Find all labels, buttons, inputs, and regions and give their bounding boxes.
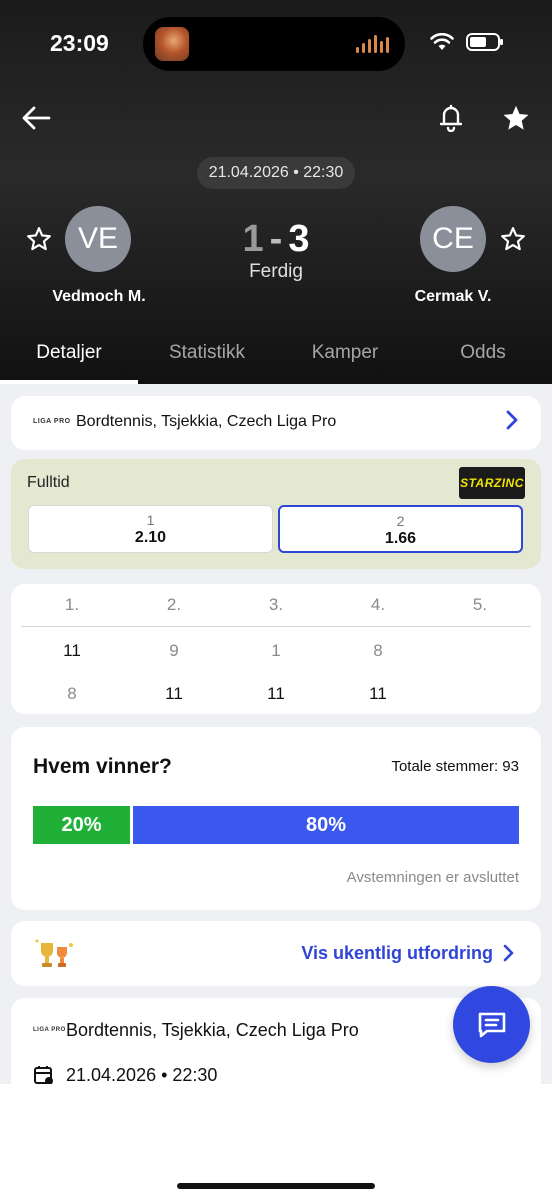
tab-odds[interactable]: Odds <box>414 330 552 384</box>
home-set-score: 8 <box>373 641 383 660</box>
home-set-score: 9 <box>169 641 179 660</box>
chat-icon <box>478 1012 505 1037</box>
bookmaker-logo[interactable]: STARZINC <box>459 467 525 499</box>
set-scores-card: 1. 2. 3. 4. 5. 11 9 1 8 8 11 11 11 <box>11 584 541 714</box>
chat-button[interactable] <box>453 986 530 1063</box>
tab-details[interactable]: Detaljer <box>0 330 138 384</box>
league-row[interactable]: LIGA PRO Bordtennis, Tsjekkia, Czech Lig… <box>11 396 541 450</box>
odds-option-home[interactable]: 1 2.10 <box>28 505 273 553</box>
battery-icon <box>466 33 503 51</box>
status-time: 23:09 <box>50 30 109 56</box>
weekly-challenge-link[interactable]: Vis ukentlig utfordring <box>301 943 493 964</box>
poll-total-votes: Totale stemmer: 93 <box>391 758 519 775</box>
poll-home-percent: 20% <box>61 813 102 836</box>
bell-icon[interactable] <box>434 100 468 136</box>
odds-card: Fulltid STARZINC 1 2.10 2 1.66 <box>11 459 541 569</box>
home-set-score: 11 <box>63 641 81 660</box>
info-date: 21.04.2026 • 22:30 <box>66 1065 218 1084</box>
odds-option-value: 2.10 <box>134 529 167 546</box>
divider <box>21 626 531 627</box>
set-header: 3. <box>268 595 284 614</box>
poll-status: Avstemningen er avsluttet <box>346 869 519 886</box>
wifi-icon <box>430 33 454 50</box>
set-header: 4. <box>370 595 386 614</box>
scoreline: 1-3 <box>200 218 352 261</box>
match-date: 21.04.2026 • 22:30 <box>197 157 355 189</box>
league-logo: LIGA PRO <box>33 1027 66 1033</box>
odds-option-label: 1 <box>146 512 155 528</box>
league-logo: LIGA PRO <box>33 418 71 425</box>
away-set-score: 8 <box>67 684 77 703</box>
weekly-challenge-row[interactable]: Vis ukentlig utfordring <box>11 921 541 986</box>
set-header: 1. <box>64 595 80 614</box>
odds-option-away[interactable]: 2 1.66 <box>278 505 523 553</box>
away-set-score: 11 <box>369 684 387 703</box>
home-score: 1 <box>242 218 264 260</box>
home-indicator[interactable] <box>177 1183 375 1189</box>
follow-away-star-icon[interactable] <box>496 222 530 256</box>
home-set-score: 1 <box>271 641 281 660</box>
info-league-name: Bordtennis, Tsjekkia, Czech Liga Pro <box>66 1020 359 1040</box>
odds-option-value: 1.66 <box>384 530 417 547</box>
chevron-right-icon <box>503 943 515 968</box>
calendar-icon <box>33 1064 55 1084</box>
poll-away-percent: 80% <box>305 813 347 836</box>
dynamic-island <box>143 17 405 71</box>
back-arrow-icon[interactable] <box>18 100 54 136</box>
status-bar: 23:09 <box>0 0 552 90</box>
tab-statistics[interactable]: Statistikk <box>138 330 276 384</box>
now-playing-app-icon <box>155 27 189 61</box>
away-set-score: 11 <box>165 684 183 703</box>
poll-title: Hvem vinner? <box>33 755 172 778</box>
away-player-name[interactable]: Cermak V. <box>378 288 528 306</box>
odds-option-label: 2 <box>396 513 405 529</box>
poll-card: Hvem vinner? Totale stemmer: 93 20% 80% … <box>11 727 541 910</box>
follow-home-star-icon[interactable] <box>22 222 56 256</box>
match-status: Ferdig <box>249 261 303 282</box>
away-set-score: 11 <box>267 684 285 703</box>
tab-matches[interactable]: Kamper <box>276 330 414 384</box>
set-header: 2. <box>166 595 182 614</box>
score-separator: - <box>269 218 283 260</box>
league-name: Bordtennis, Tsjekkia, Czech Liga Pro <box>76 413 337 430</box>
home-avatar[interactable]: VE <box>65 206 131 272</box>
home-player-name[interactable]: Vedmoch M. <box>24 288 174 306</box>
favorite-star-icon[interactable] <box>498 100 534 136</box>
poll-home-bar[interactable]: 20% <box>33 806 130 844</box>
audio-bars-icon <box>356 35 389 53</box>
poll-away-bar[interactable]: 80% <box>133 806 519 844</box>
chevron-right-icon <box>505 406 519 437</box>
set-header: 5. <box>472 595 488 614</box>
details-content: LIGA PRO Bordtennis, Tsjekkia, Czech Lig… <box>0 384 552 1084</box>
trophy-icon <box>31 937 79 974</box>
match-header: 23:09 21.04.2026 • 22:30 VE Vedmoch M. 1… <box>0 0 552 384</box>
odds-market-label: Fulltid <box>27 474 70 491</box>
away-score: 3 <box>288 218 310 260</box>
away-avatar[interactable]: CE <box>420 206 486 272</box>
tab-bar: Detaljer Statistikk Kamper Odds <box>0 330 552 384</box>
